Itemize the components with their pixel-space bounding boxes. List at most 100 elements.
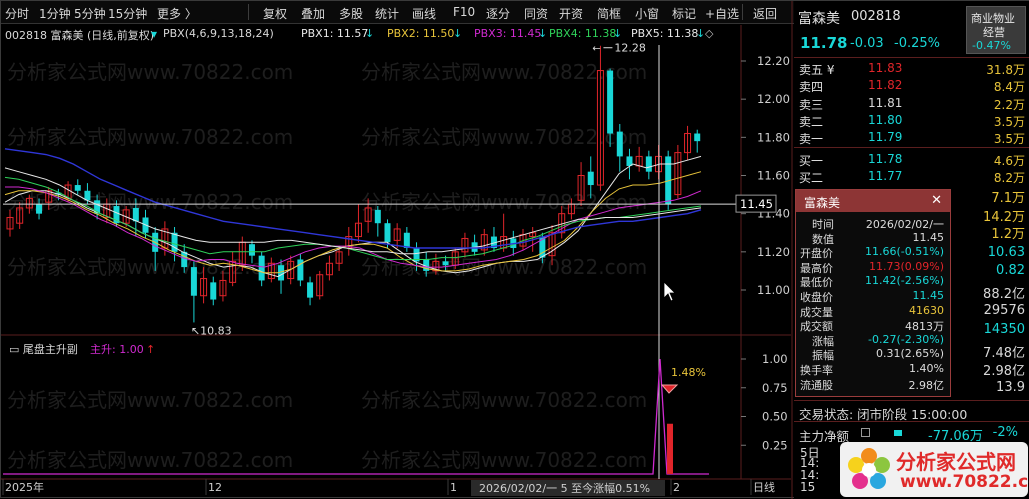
ask-label-4: 卖四 [799,80,824,95]
y-tick-label: 11.20 [757,245,790,259]
stat-value-5: 0.82 [996,263,1025,278]
tooltip-label-11: 换手率 [800,364,833,377]
flow-menu-icon[interactable] [861,428,870,437]
tooltip-value-3: 11.66(-0.51%) [865,245,944,259]
ask-label-2: 卖二 [799,114,824,129]
tooltip-value-8: 4813万 [905,320,944,334]
chart-title: 002818 富森美 (日线,前复权) [5,29,155,42]
stat-value-9: 7.48亿 [983,346,1025,361]
sub-arrow: ↑ [146,343,155,356]
watermark-text: 分析家公式网www.70822.com [7,60,293,84]
watermark-text: 分析家公式网www.70822.com [7,388,293,412]
pbx4-value: PBX4: 11.38 [549,27,617,40]
industry-name-2: 经营 [983,26,1005,39]
sub-series-label: 主升: 1.00 [90,343,144,356]
pbx3-value: PBX3: 11.45 [474,27,542,40]
tooltip-label-12: 流通股 [800,378,833,392]
stat-value-8: 14350 [983,322,1025,337]
tooltip-value-12: 2.98亿 [908,378,945,392]
stat-value-10: 2.98亿 [983,364,1025,379]
flow-divider [794,421,1029,422]
tooltip-value-4: 11.73(0.09%) [868,259,944,273]
stat-value-11: 13.9 [996,380,1025,395]
tooltip-label-2: 数值 [812,232,834,246]
bid-label-2: 买二 [799,171,824,186]
bid-price-1: 11.78 [868,152,903,166]
watermark-logo: 分析家公式网 www.70822.com [840,442,1029,497]
y-tick-label: 11.80 [757,130,790,144]
bid-label-1: 买一 [799,154,824,168]
tooltip-value-11: 1.40% [909,362,944,375]
chart-dropdown-icon[interactable]: ▾ [151,27,157,41]
y-tick-label: 11.60 [757,169,790,183]
tooltip-value-6: 11.45 [912,289,945,302]
candle-body-down [616,131,623,157]
flow-pct: -2% [992,425,1018,440]
industry-pct: -0.47% [972,39,1011,52]
diamond-icon[interactable]: ◇ [705,27,713,40]
candle-body-down [210,282,217,300]
ask-price-5: 11.83 [868,61,903,75]
low-label: ↖10.83 [191,324,232,337]
ask-volume-1: 3.5万 [993,132,1025,147]
sub-annotation: 1.48% [671,366,706,379]
pbx1-arrow: ↓ [365,27,375,40]
sub-y-tick-label: 0.75 [762,381,788,395]
candle-body-down [258,255,265,281]
y-tick-label: 12.00 [757,92,790,106]
candle-body-down [607,70,614,134]
ask-price-4: 11.82 [868,78,903,93]
pbx4-arrow: ↓ [613,27,623,40]
tooltip-label-9: 涨幅 [812,334,834,348]
pbx5-value: PBX5: 11.38 [631,27,699,40]
candle-body-down [442,261,449,266]
tooltip-label-3: 开盘价 [800,247,833,261]
tooltip-value-1: 2026/02/02/一 [865,218,944,231]
high-label: 12.28 [614,42,646,55]
sub-y-tick-label: 0.25 [762,438,788,452]
candle-body-down [694,133,701,142]
tooltip-label-4: 最高价 [800,261,833,275]
stock-terminal-window: 分时 1分钟 5分钟 15分钟 更多 〉复权 叠加 多股 统计 画线 F10 逐分 同资 开资 简框 小窗标… [0,0,1029,499]
tooltip-label-6: 收盘价 [800,291,833,304]
stat-value-6: 88.2亿 [983,287,1025,302]
ask-price-2: 11.80 [868,112,903,127]
candle-body-down [190,267,197,296]
stat-value-1: 7.1万 [991,191,1025,206]
ask-price-1: 11.79 [868,130,903,145]
candle-body-down [384,223,391,243]
sub-y-tick-label: 1.00 [762,352,788,366]
ask-volume-5: 31.8万 [986,63,1025,77]
watermark-text: 分析家公式网www.70822.com [361,60,647,84]
sub-y-tick-label: 0.50 [762,410,788,424]
ask-volume-4: 8.4万 [993,80,1025,95]
industry-box[interactable]: 商业物业 经营 -0.47% [966,6,1026,54]
tooltip-header[interactable]: 富森美 ✕ [796,190,950,212]
x-tick-label: 日线 [753,480,775,494]
sub-chart-title: ▭ 尾盘主升副 [9,342,78,356]
flower-logo-icon [848,448,890,489]
pbx5-arrow: ↓ [696,27,706,40]
candle-body-down [645,156,652,172]
stock-name: 富森美 [798,11,840,27]
indicator-label[interactable]: PBX(4,6,9,13,18,24) [163,27,274,40]
stat-value-4: 10.63 [987,245,1025,260]
ad-url: www.70822.com [900,472,1029,492]
sub-marker-icon [660,384,679,394]
bid-volume-1: 4.6万 [993,154,1025,168]
bottom-row-4: 15 [800,480,816,494]
panel-divider-line [794,57,1029,58]
candle-body-down [374,209,381,224]
watermark-text: 分析家公式网www.70822.com [361,388,647,412]
watermark-text: 分析家公式网www.70822.com [361,448,647,472]
candle-body-down [307,282,314,298]
close-icon[interactable]: ✕ [931,193,942,208]
tooltip-label-5: 最低价 [800,276,833,290]
tooltip-value-5: 11.42(-2.56%) [865,274,944,288]
status-divider [794,400,1029,401]
stock-code: 002818 [851,9,901,24]
watermark-text: 分析家公式网www.70822.com [361,125,647,149]
tooltip-value-2: 11.45 [912,230,945,244]
y-tick-label: 11.00 [757,283,790,297]
x-tick-label: 12 [208,481,222,494]
